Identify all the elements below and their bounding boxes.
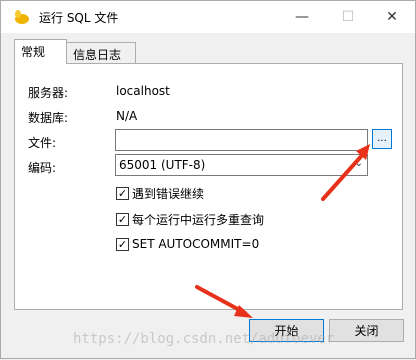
tab-general[interactable]: 常规 — [14, 39, 67, 64]
maximize-button[interactable]: ☐ — [325, 1, 371, 33]
ellipsis-icon: ... — [377, 133, 387, 144]
general-panel: 服务器: localhost 数据库: N/A 文件: ... 编码: 6500… — [14, 63, 403, 310]
minimize-icon: — — [295, 9, 309, 25]
server-label: 服务器: — [28, 86, 69, 100]
file-label: 文件: — [28, 136, 57, 150]
database-label: 数据库: — [28, 111, 69, 125]
close-button-label: 关闭 — [354, 324, 379, 338]
minimize-button[interactable]: — — [279, 1, 325, 33]
chevron-down-icon: ⌄ — [354, 158, 363, 169]
browse-file-button[interactable]: ... — [372, 129, 392, 149]
close-window-button[interactable]: ✕ — [369, 1, 415, 33]
watermark: https://blog.csdn.net/adufoever — [73, 331, 335, 347]
navicat-app-icon — [15, 10, 29, 24]
tab-strip: 常规 信息日志 — [14, 39, 415, 64]
multiple-queries-checkbox[interactable]: ✓ 每个运行中运行多重查询 — [116, 211, 264, 228]
checkbox-checked-icon: ✓ — [116, 213, 129, 226]
window-title: 运行 SQL 文件 — [39, 11, 119, 25]
file-path-input[interactable] — [115, 129, 368, 151]
tab-general-label: 常规 — [21, 45, 46, 59]
close-button[interactable]: 关闭 — [329, 319, 404, 342]
encoding-select[interactable]: 65001 (UTF-8) ⌄ — [115, 154, 368, 176]
encoding-value: 65001 (UTF-8) — [119, 158, 206, 172]
continue-on-error-label: 遇到错误继续 — [132, 187, 205, 201]
encoding-label: 编码: — [28, 161, 57, 175]
maximize-icon: ☐ — [341, 9, 355, 25]
run-sql-file-dialog: 运行 SQL 文件 — ☐ ✕ 常规 信息日志 服务器: localhost 数… — [0, 0, 416, 359]
continue-on-error-checkbox[interactable]: ✓ 遇到错误继续 — [116, 185, 204, 202]
multiple-queries-label: 每个运行中运行多重查询 — [132, 213, 265, 227]
tab-info-log[interactable]: 信息日志 — [66, 42, 136, 64]
checkbox-checked-icon: ✓ — [116, 187, 129, 200]
autocommit-label: SET AUTOCOMMIT=0 — [132, 237, 260, 251]
title-bar: 运行 SQL 文件 — ☐ ✕ — [1, 1, 415, 33]
autocommit-checkbox[interactable]: ✓ SET AUTOCOMMIT=0 — [116, 237, 259, 251]
database-value: N/A — [116, 109, 138, 123]
tab-info-log-label: 信息日志 — [73, 48, 122, 62]
checkbox-checked-icon: ✓ — [116, 237, 129, 251]
close-icon: ✕ — [386, 9, 398, 25]
server-value: localhost — [116, 84, 170, 98]
